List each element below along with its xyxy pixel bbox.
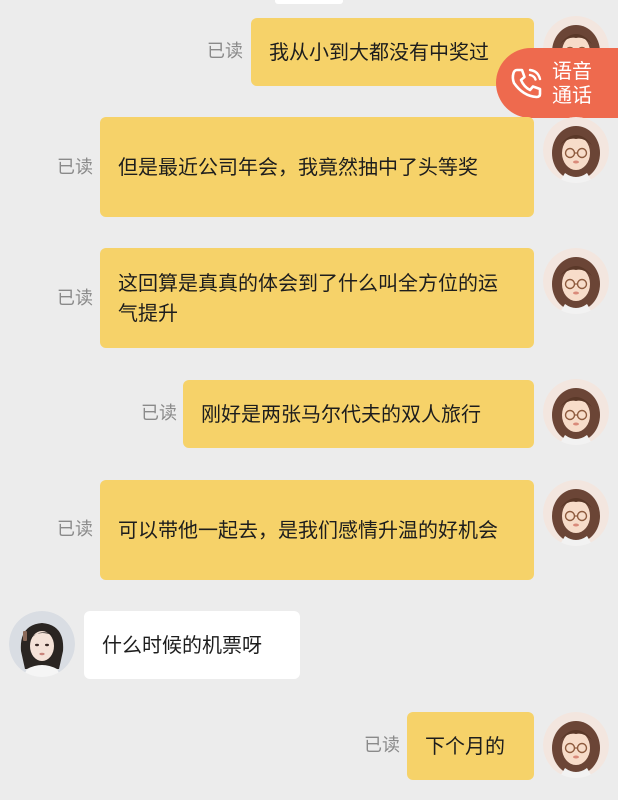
message-bubble[interactable]: 刚好是两张马尔代夫的双人旅行 — [183, 380, 534, 448]
read-status: 已读 — [57, 288, 93, 309]
voice-call-button[interactable]: 语音通话 — [496, 48, 618, 118]
message-text: 但是最近公司年会，我竟然抽中了头等奖 — [118, 155, 478, 179]
message-bubble[interactable]: 下个月的 — [407, 712, 534, 780]
contact-avatar[interactable] — [9, 611, 75, 677]
my-avatar[interactable] — [543, 379, 609, 445]
read-status: 已读 — [364, 735, 400, 756]
my-avatar[interactable] — [543, 117, 609, 183]
message-bubble[interactable]: 这回算是真真的体会到了什么叫全方位的运气提升 — [100, 248, 534, 348]
phone-icon — [511, 68, 542, 99]
message-text: 可以带他一起去，是我们感情升温的好机会 — [118, 518, 498, 542]
my-avatar[interactable] — [543, 712, 609, 778]
read-status: 已读 — [207, 41, 243, 62]
message-text: 刚好是两张马尔代夫的双人旅行 — [201, 402, 481, 426]
message-text: 这回算是真真的体会到了什么叫全方位的运气提升 — [118, 271, 498, 325]
read-status: 已读 — [141, 403, 177, 424]
message-bubble[interactable]: 什么时候的机票呀 — [84, 611, 300, 679]
message-bubble[interactable]: 可以带他一起去，是我们感情升温的好机会 — [100, 480, 534, 580]
message-bubble[interactable]: 但是最近公司年会，我竟然抽中了头等奖 — [100, 117, 534, 217]
message-text: 我从小到大都没有中奖过 — [269, 40, 489, 64]
voice-call-label: 语音通话 — [552, 59, 592, 107]
read-status: 已读 — [57, 519, 93, 540]
message-text: 下个月的 — [425, 734, 505, 758]
message-bubble[interactable]: 我从小到大都没有中奖过 — [251, 18, 534, 86]
previous-message-edge — [275, 0, 343, 4]
message-text: 什么时候的机票呀 — [102, 633, 262, 657]
read-status: 已读 — [57, 157, 93, 178]
my-avatar[interactable] — [543, 480, 609, 546]
my-avatar[interactable] — [543, 248, 609, 314]
